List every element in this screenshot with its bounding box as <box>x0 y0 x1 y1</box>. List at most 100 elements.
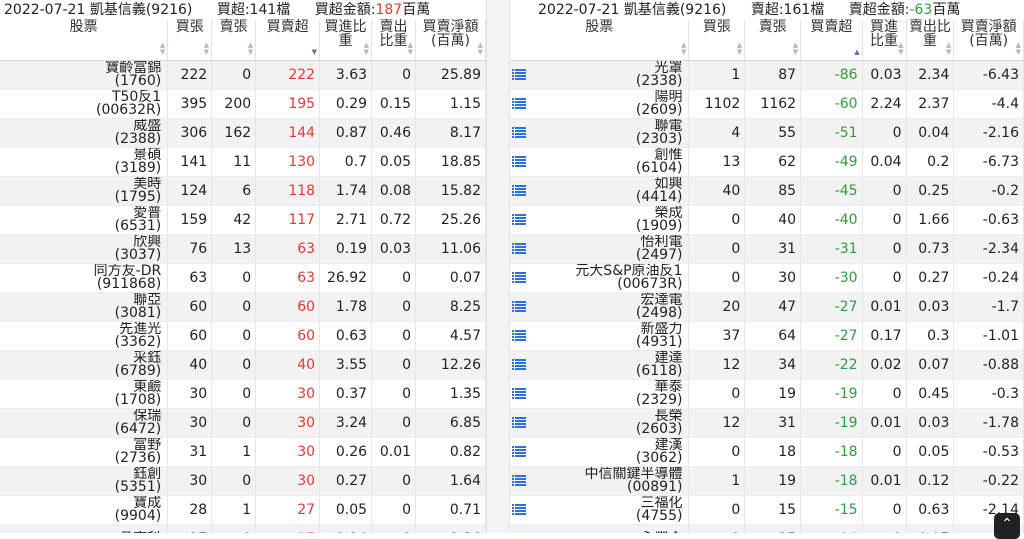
stock-name-cell[interactable]: 光罩 (2338) <box>510 60 690 90</box>
stock-name-cell[interactable]: 寶齡富錦 (1760) <box>0 60 169 90</box>
col-header-net[interactable]: 買賣超 ▼ <box>255 20 321 61</box>
stock-name-cell[interactable]: 東鹼 (1708) <box>0 379 169 409</box>
stock-name-cell[interactable]: 華泰 (2329) <box>510 379 690 409</box>
stock-name-cell[interactable]: 景碩 (3189) <box>0 147 169 177</box>
stock-name-cell[interactable]: 聯電 (2303) <box>510 118 690 148</box>
col-header-sell[interactable]: 賣張 ▲ ▼ <box>211 20 257 61</box>
stock-name-cell[interactable]: 寶成 (9904) <box>0 495 169 525</box>
table-row[interactable]: 采鈺 (6789) 40 0 40 3.55 0 12.26 <box>0 350 486 380</box>
table-row[interactable]: 榮成 (1909) 0 40 -40 0 1.66 -0.63 <box>510 205 1024 235</box>
table-row[interactable]: 欣興 (3037) 76 13 63 0.19 0.03 11.06 <box>0 234 486 264</box>
list-icon[interactable] <box>512 417 526 428</box>
stock-name-cell[interactable]: 美時 (1795) <box>0 176 169 206</box>
col-header-sell-pct[interactable]: 賣出比重 ▲ ▼ <box>371 20 417 61</box>
table-row[interactable]: 先進光 (3362) 60 0 60 0.63 0 4.57 <box>0 321 486 351</box>
table-row[interactable]: 威盛 (2388) 306 162 144 0.87 0.46 8.17 <box>0 118 486 148</box>
table-row[interactable]: 怡利電 (2497) 0 31 -31 0 0.73 -2.34 <box>510 234 1024 264</box>
table-row[interactable]: 中信關鍵半導體 (00891) 1 19 -18 0.01 0.12 -0.22 <box>510 466 1024 496</box>
table-row[interactable]: 聯電 (2303) 4 55 -51 0 0.04 -2.16 <box>510 118 1024 148</box>
col-header-buy-pct[interactable]: 買進比重 ▲ ▼ <box>319 20 373 61</box>
col-header-amount[interactable]: 買賣淨額(百萬) ▲ ▼ <box>415 20 486 61</box>
stock-name-cell[interactable]: 三福化 (4755) <box>510 495 690 525</box>
stock-name-cell[interactable]: 永豐金 <box>510 524 690 533</box>
table-row[interactable]: 永豐金115-1400.07-0. <box>510 524 1024 533</box>
stock-name-cell[interactable]: 保瑞 (6472) <box>0 408 169 438</box>
table-row[interactable]: 三福化 (4755) 0 15 -15 0 0.63 -2.14 <box>510 495 1024 525</box>
table-row[interactable]: 美時 (1795) 124 6 118 1.74 0.08 15.82 <box>0 176 486 206</box>
stock-name-cell[interactable]: 欣興 (3037) <box>0 234 169 264</box>
list-icon[interactable] <box>512 69 526 80</box>
table-row[interactable]: 鈺創 (5351) 30 0 30 0.27 0 1.64 <box>0 466 486 496</box>
table-row[interactable]: 建漢 (3062) 0 18 -18 0 0.05 -0.53 <box>510 437 1024 467</box>
stock-name-cell[interactable]: 建達 (6118) <box>510 350 690 380</box>
stock-name-cell[interactable]: 愛普 (6531) <box>0 205 169 235</box>
col-header-stock[interactable]: 股票 ▲ ▼ <box>510 20 690 61</box>
list-icon[interactable] <box>512 127 526 138</box>
stock-name-cell[interactable]: 晶豪科 <box>0 524 169 533</box>
table-row[interactable]: 宏達電 (2498) 20 47 -27 0.01 0.03 -1.7 <box>510 292 1024 322</box>
table-row[interactable]: 陽明 (2609) 1102 1162 -60 2.24 2.37 -4.4 <box>510 89 1024 119</box>
stock-name-cell[interactable]: 長榮 (2603) <box>510 408 690 438</box>
col-header-buy[interactable]: 買張 ▲ ▼ <box>688 20 746 61</box>
table-row[interactable]: 富野 (2736) 31 1 30 0.26 0.01 0.82 <box>0 437 486 467</box>
stock-name-cell[interactable]: 宏達電 (2498) <box>510 292 690 322</box>
list-icon[interactable] <box>512 504 526 515</box>
stock-name-cell[interactable]: 元大S&P原油反1 (00673R) <box>510 263 690 293</box>
table-row[interactable]: 創惟 (6104) 13 62 -49 0.04 0.2 -6.73 <box>510 147 1024 177</box>
scroll-to-top-button[interactable]: ⌃ <box>994 513 1020 539</box>
list-icon[interactable] <box>512 272 526 283</box>
table-row[interactable]: 保瑞 (6472) 30 0 30 3.24 0 6.85 <box>0 408 486 438</box>
stock-name-cell[interactable]: 創惟 (6104) <box>510 147 690 177</box>
list-icon[interactable] <box>512 98 526 109</box>
list-icon[interactable] <box>512 301 526 312</box>
list-icon[interactable] <box>512 388 526 399</box>
stock-name-cell[interactable]: 采鈺 (6789) <box>0 350 169 380</box>
col-header-net[interactable]: 買賣超 ▲ <box>800 20 863 61</box>
list-icon[interactable] <box>512 185 526 196</box>
table-row[interactable]: 景碩 (3189) 141 11 130 0.7 0.05 18.85 <box>0 147 486 177</box>
col-header-amount[interactable]: 買賣淨額(百萬) ▲ ▼ <box>953 20 1024 61</box>
table-row[interactable]: 寶成 (9904) 28 1 27 0.05 0 0.71 <box>0 495 486 525</box>
col-header-sell[interactable]: 賣張 ▲ ▼ <box>744 20 802 61</box>
table-row[interactable]: 建達 (6118) 12 34 -22 0.02 0.07 -0.88 <box>510 350 1024 380</box>
table-row[interactable]: 光罩 (2338) 1 87 -86 0.03 2.34 -6.43 <box>510 60 1024 90</box>
stock-name-cell[interactable]: T50反1 (00632R) <box>0 89 169 119</box>
table-row[interactable]: 如興 (4414) 40 85 -45 0 0.25 -0.2 <box>510 176 1024 206</box>
list-icon[interactable] <box>512 359 526 370</box>
stock-name-cell[interactable]: 先進光 (3362) <box>0 321 169 351</box>
list-icon[interactable] <box>512 243 526 254</box>
table-row[interactable]: 晶豪科270270.2402.36 <box>0 524 486 533</box>
table-row[interactable]: 同方友-DR (911868) 63 0 63 26.92 0 0.07 <box>0 263 486 293</box>
list-icon[interactable] <box>512 475 526 486</box>
stock-name-cell[interactable]: 如興 (4414) <box>510 176 690 206</box>
table-row[interactable]: 華泰 (2329) 0 19 -19 0 0.45 -0.3 <box>510 379 1024 409</box>
list-icon[interactable] <box>512 330 526 341</box>
stock-name-cell[interactable]: 富野 (2736) <box>0 437 169 467</box>
stock-name-cell[interactable]: 榮成 (1909) <box>510 205 690 235</box>
col-header-buy-pct[interactable]: 買進比重 ▲ ▼ <box>862 20 907 61</box>
table-row[interactable]: 愛普 (6531) 159 42 117 2.71 0.72 25.26 <box>0 205 486 235</box>
list-icon[interactable] <box>512 156 526 167</box>
stock-name-cell[interactable]: 怡利電 (2497) <box>510 234 690 264</box>
stock-name-cell[interactable]: 威盛 (2388) <box>0 118 169 148</box>
col-header-sell-pct[interactable]: 賣出比重 ▲ ▼ <box>906 20 955 61</box>
table-row[interactable]: 寶齡富錦 (1760) 222 0 222 3.63 0 25.89 <box>0 60 486 90</box>
list-icon[interactable] <box>512 214 526 225</box>
table-row[interactable]: 長榮 (2603) 12 31 -19 0.01 0.03 -1.78 <box>510 408 1024 438</box>
list-icon[interactable] <box>512 446 526 457</box>
stock-name-cell[interactable]: 新盛力 (4931) <box>510 321 690 351</box>
table-row[interactable]: 新盛力 (4931) 37 64 -27 0.17 0.3 -1.01 <box>510 321 1024 351</box>
table-row[interactable]: T50反1 (00632R) 395 200 195 0.29 0.15 1.15 <box>0 89 486 119</box>
stock-name-cell[interactable]: 中信關鍵半導體 (00891) <box>510 466 690 496</box>
col-header-buy[interactable]: 買張 ▲ ▼ <box>167 20 213 61</box>
table-row[interactable]: 元大S&P原油反1 (00673R) 0 30 -30 0 0.27 -0.24 <box>510 263 1024 293</box>
table-row[interactable]: 東鹼 (1708) 30 0 30 0.37 0 1.35 <box>0 379 486 409</box>
col-header-stock[interactable]: 股票 ▲ ▼ <box>0 20 169 61</box>
summary-amount-label: 買超金額: <box>314 2 376 18</box>
stock-name-cell[interactable]: 鈺創 (5351) <box>0 466 169 496</box>
stock-name-cell[interactable]: 聯亞 (3081) <box>0 292 169 322</box>
stock-name-cell[interactable]: 同方友-DR (911868) <box>0 263 169 293</box>
stock-name-cell[interactable]: 建漢 (3062) <box>510 437 690 467</box>
stock-name-cell[interactable]: 陽明 (2609) <box>510 89 690 119</box>
table-row[interactable]: 聯亞 (3081) 60 0 60 1.78 0 8.25 <box>0 292 486 322</box>
